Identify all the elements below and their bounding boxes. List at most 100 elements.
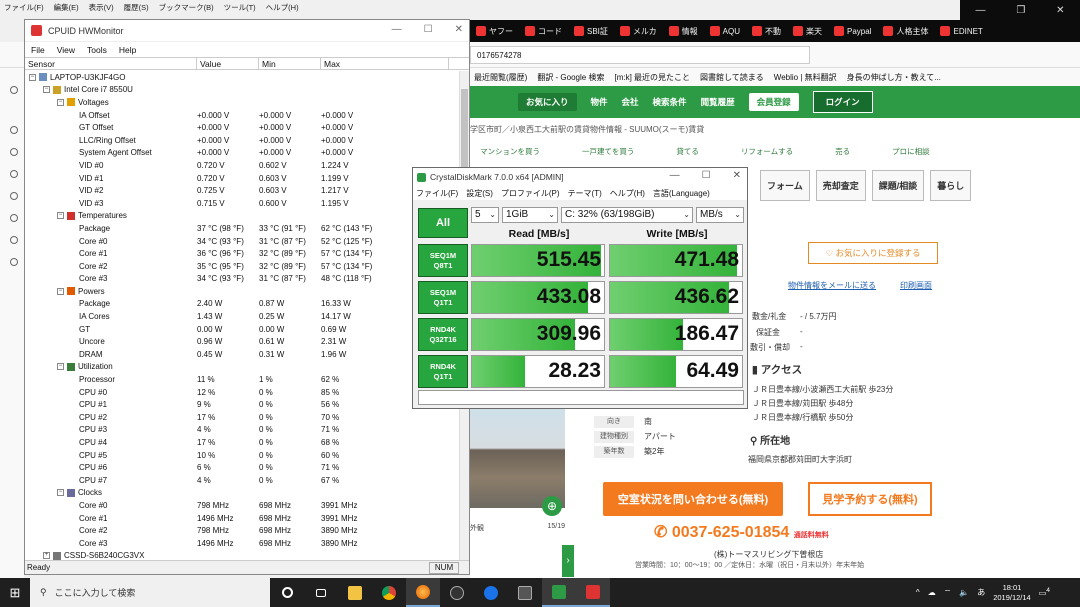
subnav-item[interactable]: 一戸建てを買う: [582, 146, 634, 157]
sensor-row[interactable]: VID #3 0.715 V 0.600 V 1.195 V: [25, 197, 461, 210]
menu-file[interactable]: File: [31, 45, 45, 55]
add-favorite-button[interactable]: ♡ お気に入りに登録する: [808, 242, 938, 264]
volume-icon[interactable]: 🔈: [959, 588, 969, 597]
back-icon[interactable]: [10, 86, 18, 94]
page-icon[interactable]: [10, 214, 18, 222]
drive-select[interactable]: C: 32% (63/198GiB) ⌄: [561, 207, 693, 223]
sensor-row[interactable]: CPU #0 12 % 0 % 85 %: [25, 386, 461, 399]
cloud-icon[interactable]: ☁: [928, 588, 936, 597]
sensor-row[interactable]: VID #2 0.725 V 0.603 V 1.217 V: [25, 184, 461, 197]
subnav-item[interactable]: 貸てる: [676, 146, 699, 157]
browser-tab[interactable]: 不動: [748, 22, 785, 40]
nav-search-conditions[interactable]: 検索条件: [653, 96, 687, 108]
firefox-menu-item[interactable]: ブックマーク(B): [159, 2, 214, 13]
bookmark-item[interactable]: 翻訳 - Google 検索: [537, 72, 604, 83]
cdm-menu-language[interactable]: 言語(Language): [653, 188, 710, 199]
comment-field[interactable]: [418, 390, 744, 405]
column-sensor[interactable]: Sensor: [25, 58, 197, 69]
edge-icon[interactable]: [474, 578, 508, 607]
sensor-row[interactable]: − Temperatures: [25, 210, 461, 223]
close-icon[interactable]: ✕: [455, 24, 463, 35]
chrome-icon[interactable]: [372, 578, 406, 607]
collapse-icon[interactable]: −: [57, 287, 64, 295]
subnav-item[interactable]: リフォームする: [741, 146, 793, 157]
sensor-row[interactable]: − Powers: [25, 285, 461, 298]
close-icon[interactable]: ✕: [733, 170, 741, 181]
mail-link[interactable]: 物件情報をメールに送る: [788, 280, 876, 291]
input-method-icon[interactable]: あ: [977, 587, 985, 598]
category-reform[interactable]: フォーム: [760, 170, 810, 201]
sensor-row[interactable]: GT Offset +0.000 V +0.000 V +0.000 V: [25, 121, 461, 134]
collapse-icon[interactable]: −: [57, 98, 64, 106]
column-min[interactable]: Min: [259, 58, 321, 69]
sensor-row[interactable]: CPU #4 17 % 0 % 68 %: [25, 436, 461, 449]
subnav-item[interactable]: マンションを買う: [480, 146, 540, 157]
sensor-row[interactable]: IA Cores 1.43 W 0.25 W 14.17 W: [25, 310, 461, 323]
firefox-menu-item[interactable]: 表示(V): [89, 2, 114, 13]
task-view-icon[interactable]: [304, 578, 338, 607]
firefox-menu-item[interactable]: 編集(E): [54, 2, 79, 13]
menu-tools[interactable]: Tools: [87, 45, 107, 55]
print-link[interactable]: 印刷画面: [900, 280, 932, 291]
category-sale-assessment[interactable]: 売却査定: [815, 170, 866, 201]
sensor-row[interactable]: System Agent Offset +0.000 V +0.000 V +0.00…: [25, 147, 461, 160]
sensor-row[interactable]: CPU #2 17 % 0 % 70 %: [25, 411, 461, 424]
page-icon[interactable]: [10, 236, 18, 244]
clock[interactable]: 18:01 2019/12/14: [993, 583, 1031, 603]
sensor-row[interactable]: Core #1 36 °C (96 °F) 32 °C (89 °F) 57 °C (…: [25, 247, 461, 260]
sensor-row[interactable]: LLC/Ring Offset +0.000 V +0.000 V +0.000 V: [25, 134, 461, 147]
browser-tab[interactable]: 情報: [665, 22, 702, 40]
column-value[interactable]: Value: [197, 58, 259, 69]
page-icon[interactable]: [10, 170, 18, 178]
sensor-row[interactable]: Core #3 34 °C (93 °F) 31 °C (87 °F) 48 °C (…: [25, 273, 461, 286]
browser-tab[interactable]: 人格主体: [879, 22, 932, 40]
sensor-row[interactable]: VID #0 0.720 V 0.602 V 1.224 V: [25, 159, 461, 172]
next-photo-icon[interactable]: ›: [562, 545, 574, 577]
close-icon[interactable]: ✕: [1056, 5, 1064, 16]
bookmark-item[interactable]: [m:k] 最近の見たこと: [614, 72, 690, 83]
cdm-menu-file[interactable]: ファイル(F): [416, 188, 458, 199]
cdm-menu-theme[interactable]: テーマ(T): [568, 188, 602, 199]
bookmark-item[interactable]: 最近閲覧(履歴): [474, 72, 527, 83]
test-row-button[interactable]: SEQ1M Q1T1: [418, 281, 468, 314]
login-button[interactable]: ログイン: [812, 91, 873, 113]
cdm-menu-settings[interactable]: 設定(S): [466, 188, 493, 199]
sensor-row[interactable]: Processor 11 % 1 % 62 %: [25, 373, 461, 386]
nav-favorites[interactable]: お気に入り: [518, 93, 577, 111]
sensor-row[interactable]: Core #2 798 MHz 698 MHz 3890 MHz: [25, 524, 461, 537]
test-row-button[interactable]: RND4K Q32T16: [418, 318, 468, 351]
page-icon[interactable]: [10, 126, 18, 134]
property-photo[interactable]: [470, 408, 565, 508]
cdm-menu-help[interactable]: ヘルプ(H): [610, 188, 645, 199]
test-row-button[interactable]: SEQ1M Q8T1: [418, 244, 468, 277]
file-explorer-icon[interactable]: [338, 578, 372, 607]
zoom-icon[interactable]: ⊕: [542, 496, 562, 516]
collapse-icon[interactable]: −: [57, 489, 64, 497]
taskbar-search[interactable]: ⚲ ここに入力して検索: [30, 578, 270, 607]
bookmark-item[interactable]: 図書館して読まる: [700, 72, 764, 83]
sensor-row[interactable]: − Intel Core i7 8550U: [25, 84, 461, 97]
page-icon[interactable]: [10, 258, 18, 266]
category-living[interactable]: 暮らし: [930, 170, 972, 201]
nav-history[interactable]: 閲覧履歴: [701, 96, 735, 108]
menu-view[interactable]: View: [57, 45, 75, 55]
sensor-row[interactable]: IA Offset +0.000 V +0.000 V +0.000 V: [25, 109, 461, 122]
bookmark-item[interactable]: 身長の伸ばし方・教えて...: [847, 72, 941, 83]
sensor-row[interactable]: CPU #7 4 % 0 % 67 %: [25, 474, 461, 487]
sensor-row[interactable]: Core #1 1496 MHz 698 MHz 3991 MHz: [25, 512, 461, 525]
phone-number[interactable]: ✆ 0037-625-01854 通話料無料: [654, 522, 829, 542]
collapse-icon[interactable]: −: [29, 73, 36, 81]
nav-properties[interactable]: 物件: [591, 96, 608, 108]
column-max[interactable]: Max: [321, 58, 449, 69]
maximize-icon[interactable]: ☐: [424, 24, 433, 35]
sensor-row[interactable]: − Clocks: [25, 487, 461, 500]
windows-start-icon[interactable]: ⊞: [0, 578, 30, 607]
sensor-row[interactable]: − Utilization: [25, 361, 461, 374]
sensor-row[interactable]: CPU #1 9 % 0 % 56 %: [25, 398, 461, 411]
firefox-menu-item[interactable]: ツール(T): [224, 2, 256, 13]
cortana-icon[interactable]: [270, 578, 304, 607]
browser-tab[interactable]: EDINET: [936, 22, 986, 40]
sensor-row[interactable]: CPU #6 6 % 0 % 71 %: [25, 461, 461, 474]
test-row-button[interactable]: RND4K Q1T1: [418, 355, 468, 388]
maximize-icon[interactable]: ❐: [1016, 5, 1025, 16]
